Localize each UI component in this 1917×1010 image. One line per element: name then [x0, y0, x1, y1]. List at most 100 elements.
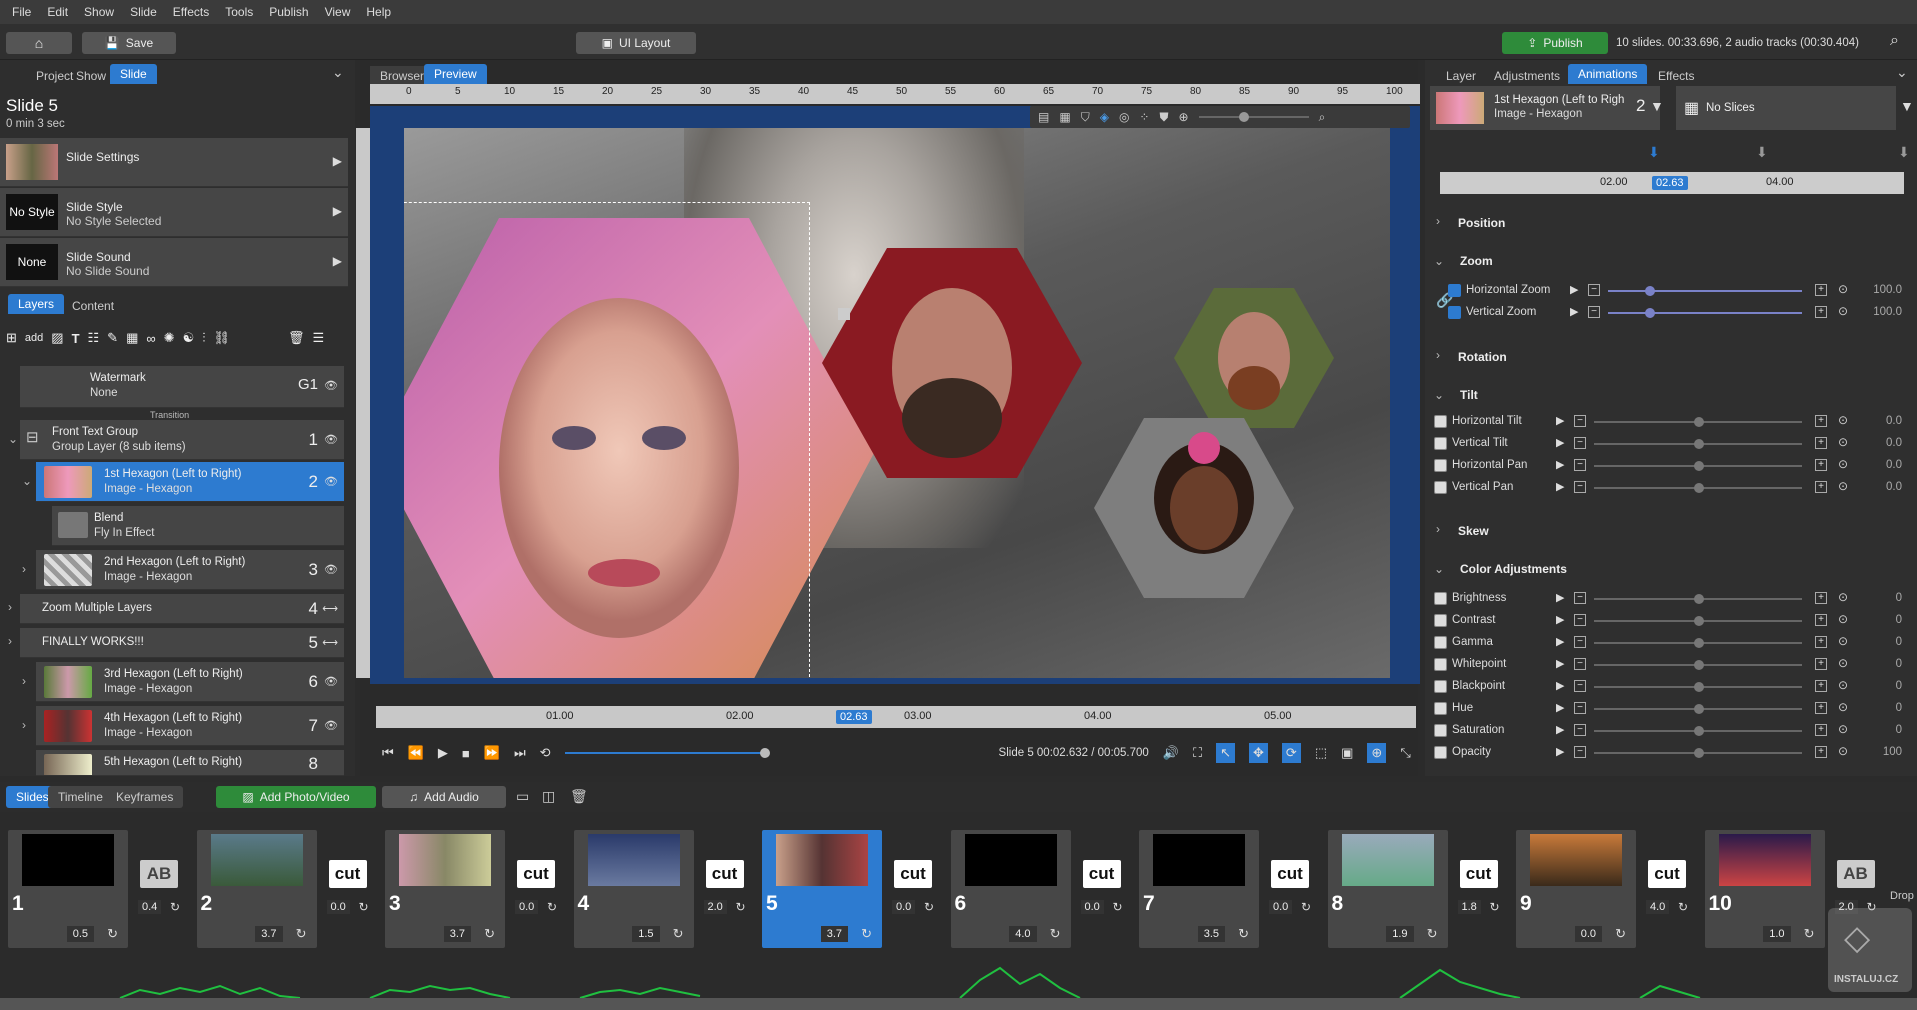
- add-layer-icon[interactable]: ⊞: [6, 330, 17, 346]
- fit-screen-icon[interactable]: ⛶: [1193, 745, 1202, 761]
- layer-row[interactable]: Blend Fly In Effect: [52, 506, 344, 546]
- eye-icon[interactable]: 👁: [324, 719, 338, 732]
- property-slider[interactable]: [1594, 439, 1802, 449]
- skip-start-icon[interactable]: ⏮: [382, 745, 394, 761]
- menu-effects[interactable]: Effects: [165, 5, 217, 19]
- tab-slide[interactable]: Slide: [110, 64, 157, 84]
- animation-timeline-ruler[interactable]: 02.00 02.63 04.00: [1440, 172, 1904, 194]
- add-photo-video-button[interactable]: ▨ Add Photo/Video: [216, 786, 376, 808]
- reset-icon[interactable]: ⊙: [1838, 722, 1848, 736]
- reset-icon[interactable]: ⊙: [1838, 282, 1848, 296]
- decrease-button[interactable]: −: [1574, 459, 1586, 471]
- add-audio-button[interactable]: ♫ Add Audio: [382, 786, 506, 808]
- section-skew[interactable]: Skew: [1458, 524, 1489, 538]
- increase-button[interactable]: +: [1815, 284, 1827, 296]
- slide-thumbnail-item[interactable]: 1 0.5 ↻: [8, 830, 128, 948]
- property-slider[interactable]: [1594, 616, 1802, 626]
- chevron-down-icon[interactable]: ⌄: [1434, 562, 1444, 576]
- increase-button[interactable]: +: [1815, 592, 1827, 604]
- play-arrow-icon[interactable]: ▶: [1556, 657, 1564, 670]
- publish-button[interactable]: ⇪ Publish: [1502, 32, 1608, 54]
- transition-duration[interactable]: 0.4: [138, 900, 162, 914]
- decrease-button[interactable]: −: [1574, 724, 1586, 736]
- transition-duration[interactable]: 0.0: [326, 900, 350, 914]
- play-arrow-icon[interactable]: ▶: [1556, 745, 1564, 758]
- slider-knob[interactable]: [1694, 748, 1704, 758]
- eye-icon[interactable]: 👁: [324, 563, 338, 576]
- reset-icon[interactable]: ⊙: [1838, 744, 1848, 758]
- decrease-button[interactable]: −: [1574, 481, 1586, 493]
- property-checkbox[interactable]: [1434, 658, 1447, 671]
- playback-knob[interactable]: [759, 748, 770, 758]
- table-icon[interactable]: ▦: [1059, 110, 1070, 124]
- decrease-button[interactable]: −: [1574, 746, 1586, 758]
- slider-knob[interactable]: [1238, 112, 1249, 122]
- wand-icon[interactable]: ✎: [107, 330, 118, 346]
- increase-button[interactable]: +: [1815, 702, 1827, 714]
- slide-duration[interactable]: 0.0: [1574, 926, 1602, 942]
- tab-content[interactable]: Content: [62, 296, 124, 316]
- layer-row[interactable]: › 4th Hexagon (Left to Right) Image - He…: [22, 706, 344, 746]
- transition-item[interactable]: cut 0.0 ↻: [513, 860, 559, 924]
- transition-item[interactable]: cut 1.8 ↻: [1456, 860, 1502, 924]
- tab-layers[interactable]: Layers: [8, 294, 65, 314]
- increase-button[interactable]: +: [1815, 658, 1827, 670]
- refresh-icon[interactable]: ↻: [673, 926, 684, 942]
- slide-settings-row[interactable]: Slide Settings ▶: [0, 138, 348, 187]
- increase-button[interactable]: +: [1815, 614, 1827, 626]
- refresh-icon[interactable]: ↻: [861, 926, 872, 942]
- volume-icon[interactable]: 🔊: [1163, 745, 1179, 761]
- property-checkbox[interactable]: [1434, 746, 1447, 759]
- slide-thumbnail-item[interactable]: 4 1.5 ↻: [573, 830, 694, 948]
- slide-duration[interactable]: 3.7: [443, 926, 471, 942]
- preview-timeline-ruler[interactable]: 01.00 02.00 02.63 03.00 04.00 05.00: [376, 706, 1416, 728]
- target-icon[interactable]: ◎: [1119, 110, 1129, 124]
- play-arrow-icon[interactable]: ▶: [1556, 679, 1564, 692]
- property-checkbox[interactable]: [1434, 680, 1447, 693]
- link-eye-icon[interactable]: ⟷: [322, 602, 338, 615]
- grid-view-icon[interactable]: ▤: [1038, 110, 1049, 124]
- slide-duration[interactable]: 0.5: [66, 926, 94, 942]
- menu-edit[interactable]: Edit: [39, 5, 76, 19]
- tab-effects[interactable]: Effects: [1648, 66, 1704, 86]
- layer-row[interactable]: › 3rd Hexagon (Left to Right) Image - He…: [22, 662, 344, 702]
- play-arrow-icon[interactable]: ▶: [1556, 436, 1564, 449]
- slider-knob[interactable]: [1645, 286, 1655, 296]
- reset-icon[interactable]: ⊙: [1838, 435, 1848, 449]
- transition-duration[interactable]: 0.0: [1080, 900, 1104, 914]
- refresh-icon[interactable]: ↻: [1678, 900, 1688, 914]
- transition-item[interactable]: cut 0.0 ↻: [325, 860, 371, 924]
- reset-icon[interactable]: ⊙: [1838, 656, 1848, 670]
- chevron-right-icon[interactable]: ›: [1436, 214, 1440, 228]
- slide-duration[interactable]: 1.0: [1763, 926, 1791, 942]
- dropdown-arrow-icon[interactable]: ▼: [1900, 98, 1914, 114]
- slide-thumbnail-item[interactable]: 2 3.7 ↻: [196, 830, 317, 948]
- refresh-icon[interactable]: ↻: [1804, 926, 1815, 942]
- canvas-zoom-slider[interactable]: [1198, 112, 1309, 122]
- mask-icon[interactable]: ☯: [183, 330, 195, 346]
- play-arrow-icon[interactable]: ▶: [1556, 458, 1564, 471]
- increase-button[interactable]: +: [1815, 306, 1827, 318]
- play-arrow-icon[interactable]: ▶: [1570, 305, 1578, 318]
- chevron-right-icon[interactable]: ›: [1436, 522, 1440, 536]
- refresh-icon[interactable]: ↻: [1301, 900, 1311, 914]
- home-button[interactable]: ⌂: [6, 32, 72, 54]
- transition-item[interactable]: cut 0.0 ↻: [1079, 860, 1125, 924]
- fast-forward-icon[interactable]: ⏩: [484, 745, 500, 761]
- tab-timeline[interactable]: Timeline: [48, 786, 113, 808]
- property-slider[interactable]: [1594, 594, 1802, 604]
- reset-icon[interactable]: ⊙: [1838, 304, 1848, 318]
- bearded-man-hexagon-image[interactable]: [1174, 288, 1334, 428]
- refresh-icon[interactable]: ↻: [296, 926, 307, 942]
- slider-knob[interactable]: [1694, 417, 1704, 427]
- slider-knob[interactable]: [1694, 638, 1704, 648]
- layer-row-selected[interactable]: ⌄ 1st Hexagon (Left to Right) Image - He…: [22, 462, 344, 502]
- menu-publish[interactable]: Publish: [261, 5, 316, 19]
- smiling-woman-hexagon-image[interactable]: [1094, 418, 1294, 598]
- refresh-icon[interactable]: ↻: [359, 900, 369, 914]
- slide-duration[interactable]: 3.7: [255, 926, 283, 942]
- refresh-icon[interactable]: ↻: [924, 900, 934, 914]
- skip-end-icon[interactable]: ⏭: [514, 745, 526, 761]
- slider-knob[interactable]: [1694, 439, 1704, 449]
- increase-button[interactable]: +: [1815, 724, 1827, 736]
